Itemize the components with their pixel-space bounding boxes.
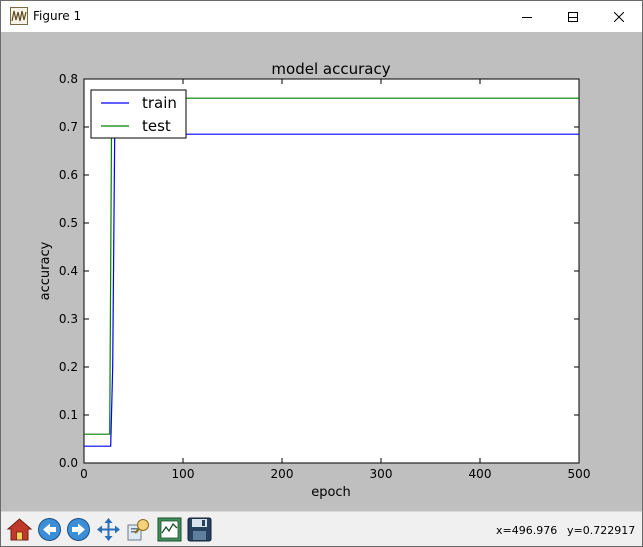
x-tick-label: 0 xyxy=(80,467,88,481)
forward-icon[interactable] xyxy=(65,516,92,543)
y-tick-label: 0.0 xyxy=(59,456,78,470)
y-tick-label: 0.3 xyxy=(59,312,78,326)
y-tick-label: 0.8 xyxy=(59,72,78,86)
y-coordinate-readout: y=0.722917 xyxy=(567,524,636,537)
close-button[interactable] xyxy=(596,1,642,32)
y-tick-label: 0.4 xyxy=(59,264,78,278)
zoom-icon[interactable] xyxy=(125,516,152,543)
legend-label-train: train xyxy=(142,94,177,112)
y-tick-label: 0.7 xyxy=(59,120,78,134)
legend: train test xyxy=(90,89,187,139)
back-icon[interactable] xyxy=(36,516,63,543)
close-icon xyxy=(614,11,624,22)
chart-title: model accuracy xyxy=(271,60,390,78)
figure-canvas[interactable]: model accuracy epoch accuracy 0 100 200 300… xyxy=(1,32,642,511)
x-tick-label: 300 xyxy=(370,467,393,481)
y-tick-label: 0.6 xyxy=(59,168,78,182)
accuracy-chart: model accuracy epoch accuracy 0 100 200 300… xyxy=(38,60,591,500)
x-tick-label: 500 xyxy=(568,467,591,481)
x-tick-label: 400 xyxy=(469,467,492,481)
maximize-button[interactable] xyxy=(550,1,596,32)
subplots-icon[interactable] xyxy=(156,516,183,543)
minimize-icon xyxy=(522,16,532,18)
y-tick-label: 0.2 xyxy=(59,360,78,374)
minimize-button-area[interactable] xyxy=(504,1,550,32)
window-title: Figure 1 xyxy=(33,9,82,23)
navigation-toolbar: x=496.976 y=0.722917 xyxy=(1,511,642,546)
y-tick-label: 0.1 xyxy=(59,408,78,422)
home-icon[interactable] xyxy=(6,516,33,543)
save-icon[interactable] xyxy=(186,516,213,543)
pan-icon[interactable] xyxy=(95,516,122,543)
y-axis-label: accuracy xyxy=(38,241,53,300)
app-icon xyxy=(10,7,28,25)
figure-window: Figure 1 model accuracy epoch accuracy 0… xyxy=(0,0,643,547)
x-coordinate-readout: x=496.976 xyxy=(496,524,558,537)
x-tick-label: 200 xyxy=(271,467,294,481)
x-axis-label: epoch xyxy=(311,485,351,500)
y-tick-label: 0.5 xyxy=(59,216,78,230)
x-tick-label: 100 xyxy=(172,467,195,481)
legend-label-test: test xyxy=(142,117,171,135)
maximize-icon xyxy=(568,11,578,22)
